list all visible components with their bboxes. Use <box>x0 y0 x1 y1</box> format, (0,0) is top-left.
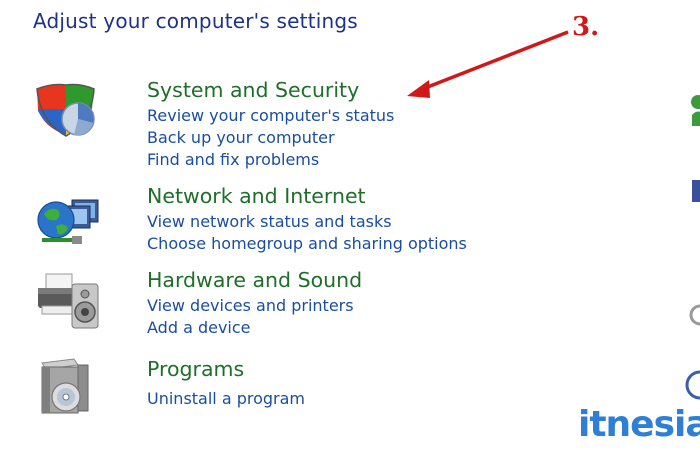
category-heading-programs[interactable]: Programs <box>147 357 244 381</box>
programs-box-icon <box>41 358 89 414</box>
link-review-status[interactable]: Review your computer's status <box>147 106 394 125</box>
shield-icon <box>36 83 95 137</box>
annotation-step-label: 3. <box>572 12 600 42</box>
right-column-icons-cropped <box>685 95 700 400</box>
link-devices-printers[interactable]: View devices and printers <box>147 296 354 315</box>
category-heading-system-security[interactable]: System and Security <box>147 78 359 102</box>
link-view-network-status[interactable]: View network status and tasks <box>147 212 392 231</box>
category-heading-network-internet[interactable]: Network and Internet <box>147 184 366 208</box>
printer-speaker-icon <box>38 273 99 329</box>
link-add-device[interactable]: Add a device <box>147 318 251 337</box>
link-back-up-computer[interactable]: Back up your computer <box>147 128 335 147</box>
ease-of-access-icon <box>685 370 700 400</box>
user-accounts-icon <box>691 95 700 109</box>
globe-network-icon <box>37 199 99 244</box>
page-title: Adjust your computer's settings <box>33 9 358 33</box>
appearance-icon <box>692 180 700 202</box>
clock-icon <box>689 304 700 326</box>
link-find-fix-problems[interactable]: Find and fix problems <box>147 150 319 169</box>
category-heading-hardware-sound[interactable]: Hardware and Sound <box>147 268 362 292</box>
link-uninstall-program[interactable]: Uninstall a program <box>147 389 305 408</box>
watermark-logo: itnesia <box>578 404 700 445</box>
link-homegroup-sharing[interactable]: Choose homegroup and sharing options <box>147 234 467 253</box>
